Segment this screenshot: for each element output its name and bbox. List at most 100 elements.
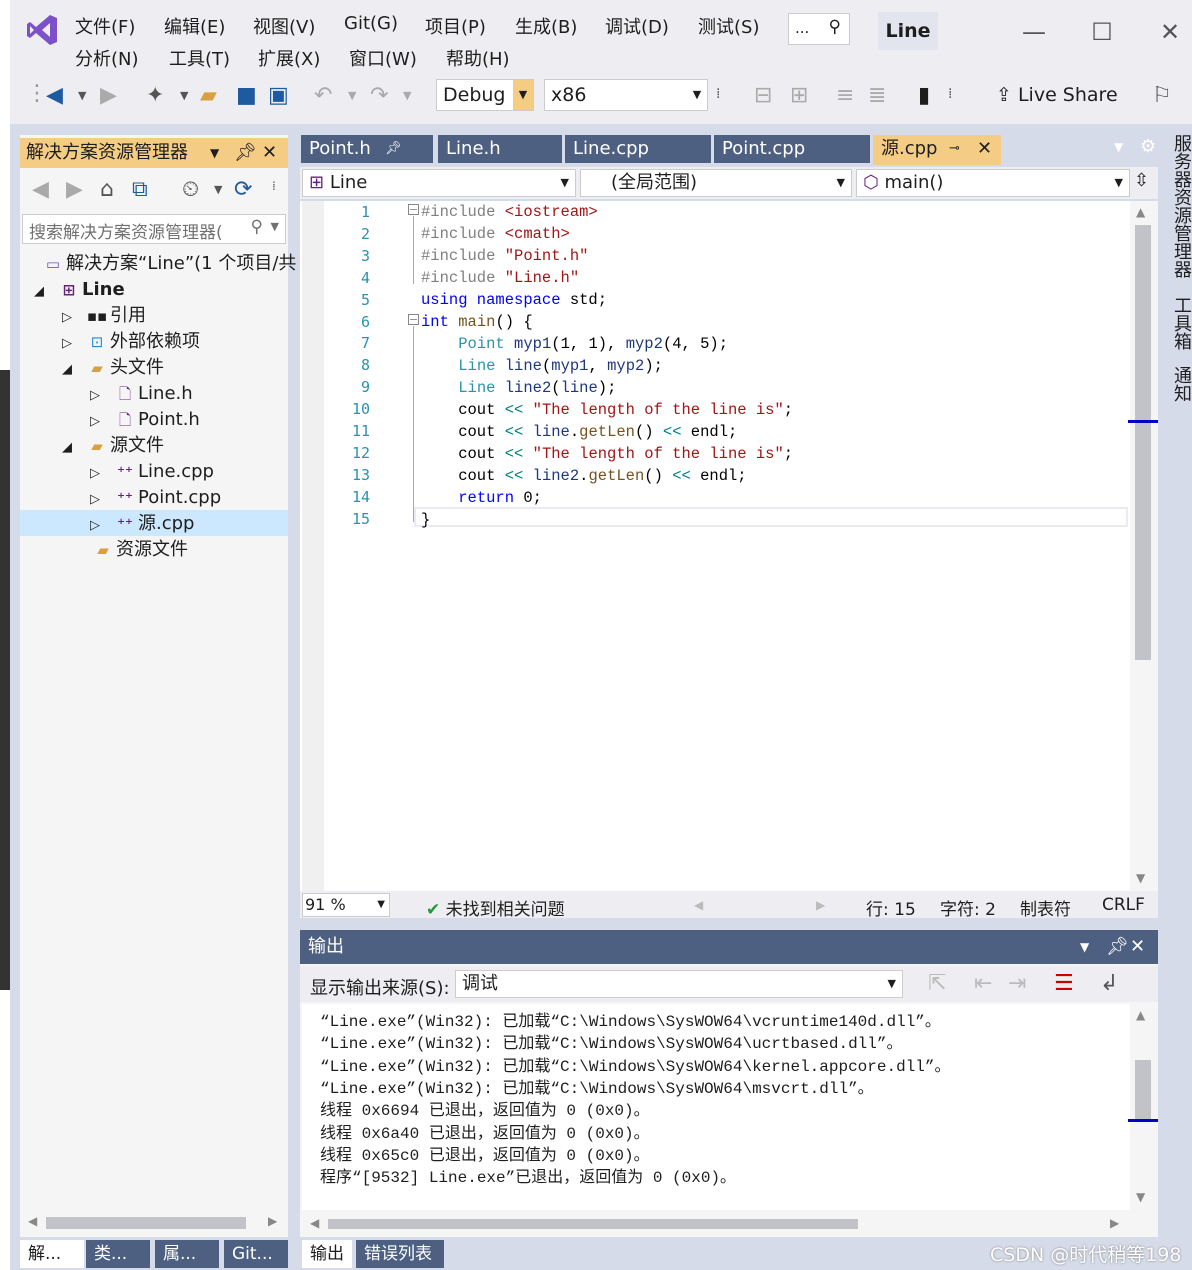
- switch-views-icon[interactable]: ⧉: [132, 178, 148, 202]
- redo-icon[interactable]: ↷: [370, 84, 388, 108]
- scroll-thumb[interactable]: [1135, 1060, 1151, 1120]
- scope-nav-select[interactable]: (全局范围) ▼: [580, 169, 852, 197]
- collapse-icon[interactable]: −: [408, 204, 419, 215]
- undo-dropdown-icon[interactable]: ▼: [348, 84, 356, 108]
- collapsed-arrow-icon[interactable]: ▷: [90, 513, 112, 539]
- tree-header-files[interactable]: ◢ ▰ 头文件: [62, 355, 164, 381]
- bookmark-icon[interactable]: ▮: [918, 84, 930, 108]
- config-select[interactable]: Debug ▼: [436, 79, 534, 111]
- close-panel-icon[interactable]: ✕: [1130, 930, 1145, 964]
- tree-project[interactable]: ◢ ⊞ Line: [34, 277, 125, 303]
- scroll-right-icon[interactable]: ▶: [268, 1214, 277, 1228]
- tab-notifications[interactable]: 通知: [1168, 366, 1192, 402]
- menu-git[interactable]: Git(G): [344, 13, 398, 34]
- tree-source-files[interactable]: ◢ ▰ 源文件: [62, 433, 164, 459]
- search-box[interactable]: ... ⚲: [788, 13, 850, 45]
- tab-output[interactable]: 输出: [302, 1240, 352, 1268]
- back-icon[interactable]: ◀: [46, 84, 63, 108]
- tree-line-cpp[interactable]: ▷ ⁺⁺ Line.cpp: [90, 459, 214, 485]
- settings-gear-icon[interactable]: ⚙: [1140, 136, 1156, 157]
- pin-icon[interactable]: ⊸: [949, 135, 960, 163]
- clear-all-icon[interactable]: ☰: [1054, 972, 1074, 996]
- scroll-thumb[interactable]: [46, 1217, 246, 1229]
- scroll-down-icon[interactable]: ▼: [1136, 871, 1145, 885]
- menu-view[interactable]: 视图(V): [253, 13, 315, 39]
- new-project-icon[interactable]: ✦: [146, 84, 164, 108]
- menu-tools[interactable]: 工具(T): [169, 45, 230, 71]
- tab-class-view[interactable]: 类...: [86, 1240, 150, 1268]
- tab-point-h[interactable]: Point.h 📌︎: [301, 135, 433, 163]
- issues-status[interactable]: ✔ 未找到相关问题: [426, 895, 565, 920]
- scroll-left-icon[interactable]: ◀: [310, 1216, 319, 1230]
- overflow-icon[interactable]: ⁞: [716, 82, 720, 106]
- scroll-up-icon[interactable]: ▲: [1136, 205, 1145, 219]
- member-nav-select[interactable]: ⬡ main() ▼: [856, 169, 1130, 197]
- close-panel-icon[interactable]: ✕: [262, 138, 277, 168]
- more-icon[interactable]: ⁞: [272, 174, 276, 198]
- collapse-icon[interactable]: −: [408, 314, 419, 325]
- chevron-down-icon[interactable]: ▼: [270, 220, 279, 233]
- expanded-arrow-icon[interactable]: ◢: [34, 279, 56, 305]
- col-indicator[interactable]: 字符: 2: [940, 895, 996, 920]
- next-message-icon[interactable]: ⇥: [1008, 972, 1026, 996]
- collapsed-arrow-icon[interactable]: ▷: [90, 383, 112, 409]
- minimize-icon[interactable]: —: [1016, 14, 1052, 50]
- tree-references[interactable]: ▷ ▪▪ 引用: [62, 303, 146, 329]
- tree-source-cpp[interactable]: ▷ ⁺⁺ 源.cpp: [90, 511, 194, 537]
- tab-list-dropdown-icon[interactable]: ▼: [1114, 140, 1123, 154]
- output-hscrollbar[interactable]: ◀ ▶: [302, 1212, 1130, 1236]
- expanded-arrow-icon[interactable]: ◢: [62, 357, 84, 383]
- collapsed-arrow-icon[interactable]: ▷: [62, 305, 84, 331]
- solution-search-input[interactable]: 搜索解决方案资源管理器(⚲ ▼: [22, 214, 286, 244]
- project-nav-select[interactable]: ⊞ Line ▼: [302, 169, 576, 197]
- tree-resource-files[interactable]: ▰ 资源文件: [84, 537, 188, 563]
- back-dropdown-icon[interactable]: ▼: [78, 84, 86, 108]
- menu-build[interactable]: 生成(B): [515, 13, 577, 39]
- tab-source-cpp[interactable]: 源.cpp ⊸ ✕: [873, 135, 1001, 165]
- scroll-thumb[interactable]: [328, 1219, 858, 1229]
- uncomment-icon[interactable]: ≣: [868, 84, 886, 108]
- tab-properties[interactable]: 属...: [155, 1240, 219, 1268]
- panel-dropdown-icon[interactable]: ▼: [210, 138, 219, 168]
- maximize-icon[interactable]: ☐: [1084, 14, 1120, 50]
- pin-icon[interactable]: 📌︎: [385, 135, 402, 163]
- panel-dropdown-icon[interactable]: ▼: [1080, 930, 1089, 964]
- pin-icon[interactable]: 📌︎: [234, 138, 257, 168]
- scroll-down-icon[interactable]: ▼: [1136, 1190, 1145, 1204]
- menu-test[interactable]: 测试(S): [698, 13, 759, 39]
- menu-project[interactable]: 项目(P): [425, 13, 486, 39]
- word-wrap-icon[interactable]: ↲: [1100, 972, 1118, 996]
- scroll-left-icon[interactable]: ◀: [694, 898, 703, 912]
- comment-icon[interactable]: ≡: [836, 84, 854, 108]
- open-folder-icon[interactable]: ▰: [200, 84, 217, 108]
- tree-solution[interactable]: ▭ 解决方案“Line”(1 个项目/共: [40, 251, 297, 277]
- home-icon[interactable]: ⌂: [100, 178, 114, 202]
- tabs-indicator[interactable]: 制表符: [1020, 895, 1071, 920]
- scroll-right-icon[interactable]: ▶: [816, 898, 825, 912]
- live-share-button[interactable]: ⇪ Live Share: [996, 84, 1118, 106]
- zoom-select[interactable]: 91 % ▼: [302, 893, 390, 917]
- menu-help[interactable]: 帮助(H): [446, 45, 510, 71]
- tab-line-cpp[interactable]: Line.cpp: [565, 135, 711, 163]
- menu-file[interactable]: 文件(F): [75, 13, 135, 39]
- tab-server-explorer[interactable]: 服务器资源管理器: [1168, 134, 1192, 278]
- menu-extensions[interactable]: 扩展(X): [258, 45, 320, 71]
- tab-line-h[interactable]: Line.h: [438, 135, 562, 163]
- outdent-icon[interactable]: ⊞: [790, 84, 808, 108]
- scroll-right-icon[interactable]: ▶: [1110, 1216, 1119, 1230]
- sync-icon[interactable]: ⟳: [234, 178, 252, 202]
- tree-point-h[interactable]: ▷ 🗋︎ Point.h: [90, 407, 200, 433]
- menu-window[interactable]: 窗口(W): [349, 45, 417, 71]
- prev-message-icon[interactable]: ⇤: [974, 972, 992, 996]
- tab-solution-explorer[interactable]: 解...: [20, 1240, 84, 1268]
- forward-icon[interactable]: ▶: [66, 178, 83, 202]
- feedback-icon[interactable]: ⚐: [1152, 84, 1172, 108]
- forward-icon[interactable]: ▶: [100, 84, 117, 108]
- collapsed-arrow-icon[interactable]: ▷: [90, 461, 112, 487]
- toolbar-overflow-icon[interactable]: ⁞: [948, 82, 952, 106]
- tree-line-h[interactable]: ▷ 🗋︎ Line.h: [90, 381, 193, 407]
- tree-point-cpp[interactable]: ▷ ⁺⁺ Point.cpp: [90, 485, 221, 511]
- collapsed-arrow-icon[interactable]: ▷: [62, 331, 84, 357]
- undo-icon[interactable]: ↶: [314, 84, 332, 108]
- menu-analyze[interactable]: 分析(N): [75, 45, 139, 71]
